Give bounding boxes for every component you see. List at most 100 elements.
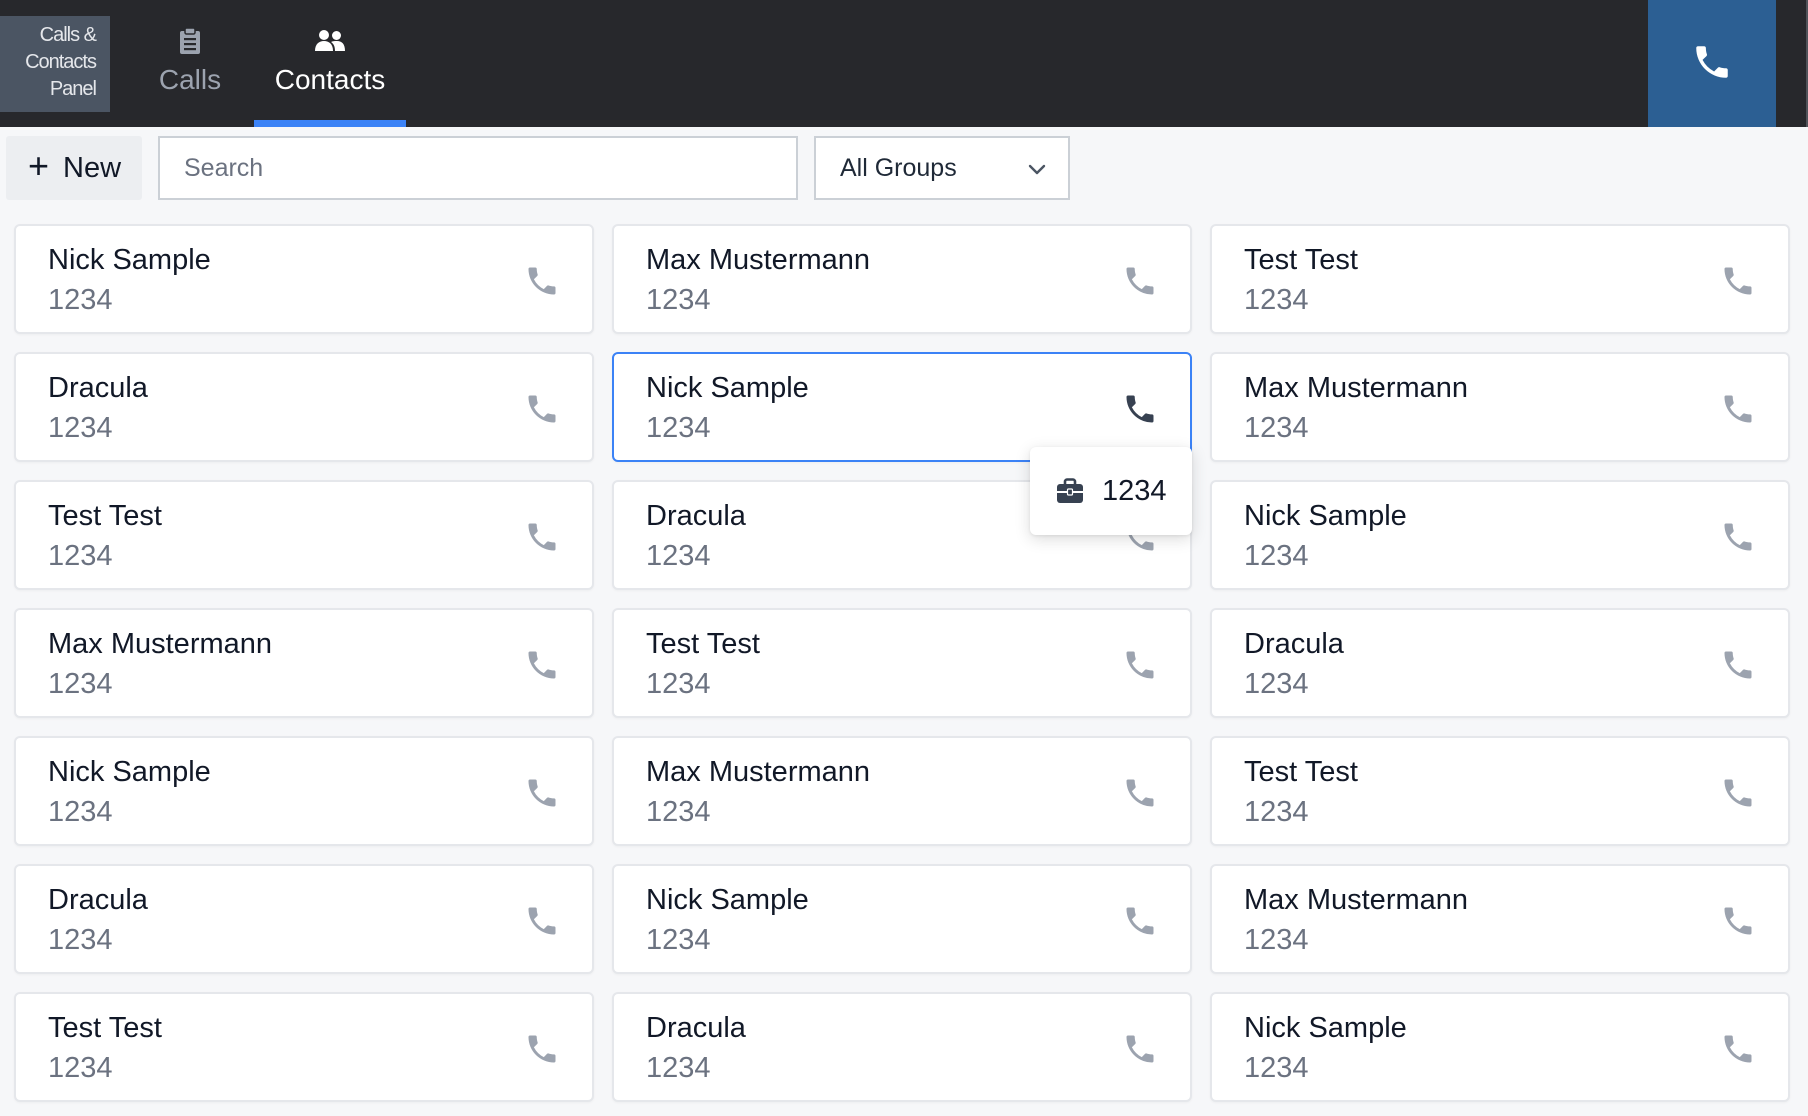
phone-icon[interactable] xyxy=(1120,645,1160,685)
phone-icon[interactable] xyxy=(1718,261,1758,301)
contact-name: Max Mustermann xyxy=(1244,884,1469,916)
chevron-down-icon xyxy=(1028,154,1046,183)
contact-number: 1234 xyxy=(48,668,113,700)
contact-card[interactable]: Dracula 1234 xyxy=(1210,608,1790,718)
contact-number: 1234 xyxy=(1244,412,1309,444)
new-contact-button[interactable]: + New xyxy=(6,136,142,200)
contact-name: Dracula xyxy=(646,1012,746,1044)
group-select-value: All Groups xyxy=(840,153,957,182)
tab-contacts-label: Contacts xyxy=(274,64,386,95)
contact-name: Max Mustermann xyxy=(646,244,871,276)
contact-name: Test Test xyxy=(48,1012,162,1044)
app-title: Calls & Contacts Panel xyxy=(0,16,110,112)
contact-number: 1234 xyxy=(1244,924,1309,956)
contact-number: 1234 xyxy=(646,924,711,956)
contact-name: Dracula xyxy=(646,500,746,532)
contact-card[interactable]: Dracula 1234 xyxy=(14,352,594,462)
phone-icon[interactable] xyxy=(522,773,562,813)
contact-card[interactable]: Nick Sample 1234 xyxy=(612,864,1192,974)
dialer-button[interactable] xyxy=(1648,0,1776,127)
contact-card[interactable]: Nick Sample 1234 xyxy=(1210,992,1790,1102)
contact-card[interactable]: Nick Sample 1234 xyxy=(612,352,1192,462)
phone-icon xyxy=(1691,41,1733,87)
contact-number: 1234 xyxy=(48,540,113,572)
contact-card[interactable]: Test Test 1234 xyxy=(612,608,1192,718)
contact-number: 1234 xyxy=(646,1052,711,1084)
contact-name: Nick Sample xyxy=(1244,500,1407,532)
contact-name: Test Test xyxy=(1244,756,1358,788)
phone-icon[interactable] xyxy=(1718,773,1758,813)
clipboard-icon xyxy=(179,26,201,56)
contact-number: 1234 xyxy=(48,412,113,444)
contact-name: Test Test xyxy=(646,628,760,660)
phone-icon[interactable] xyxy=(1718,1029,1758,1069)
contact-card[interactable]: Max Mustermann 1234 xyxy=(612,736,1192,846)
contact-card[interactable]: Dracula 1234 xyxy=(14,864,594,974)
contact-number: 1234 xyxy=(48,924,113,956)
contact-card[interactable]: Max Mustermann 1234 xyxy=(1210,352,1790,462)
contact-name: Dracula xyxy=(48,884,148,916)
contact-name: Max Mustermann xyxy=(646,756,871,788)
phone-icon[interactable] xyxy=(522,517,562,557)
search-input[interactable] xyxy=(158,136,798,200)
tab-calls-label: Calls xyxy=(158,64,222,95)
phone-icon[interactable] xyxy=(1718,389,1758,429)
contact-card[interactable]: Test Test 1234 xyxy=(1210,736,1790,846)
top-bar: Calls & Contacts Panel Calls Contacts xyxy=(0,0,1808,127)
contact-card[interactable]: Test Test 1234 xyxy=(14,480,594,590)
contact-name: Max Mustermann xyxy=(48,628,273,660)
contact-card[interactable]: Nick Sample 1234 xyxy=(14,736,594,846)
contact-name: Test Test xyxy=(48,500,162,532)
contact-name: Test Test xyxy=(1244,244,1358,276)
phone-icon[interactable] xyxy=(522,901,562,941)
tab-contacts[interactable]: Contacts xyxy=(254,0,406,127)
phone-icon[interactable] xyxy=(522,645,562,685)
contact-number: 1234 xyxy=(646,540,711,572)
group-select[interactable]: All Groups xyxy=(814,136,1070,200)
briefcase-icon xyxy=(1056,478,1084,504)
phone-icon[interactable] xyxy=(522,389,562,429)
phone-icon[interactable] xyxy=(1120,389,1160,429)
phone-icon[interactable] xyxy=(1718,517,1758,557)
contact-card[interactable]: Nick Sample 1234 xyxy=(14,224,594,334)
contact-name: Dracula xyxy=(1244,628,1344,660)
contact-card[interactable]: Test Test 1234 xyxy=(14,992,594,1102)
contact-number: 1234 xyxy=(48,796,113,828)
number-popover[interactable]: 1234 xyxy=(1030,447,1192,535)
contact-card[interactable]: Max Mustermann 1234 xyxy=(612,224,1192,334)
phone-icon[interactable] xyxy=(1718,901,1758,941)
contact-card[interactable]: Nick Sample 1234 xyxy=(1210,480,1790,590)
contact-name: Nick Sample xyxy=(1244,1012,1407,1044)
phone-icon[interactable] xyxy=(1120,1029,1160,1069)
contact-card[interactable]: Max Mustermann 1234 xyxy=(14,608,594,718)
phone-icon[interactable] xyxy=(1120,901,1160,941)
contact-name: Dracula xyxy=(48,372,148,404)
contact-name: Nick Sample xyxy=(48,244,211,276)
phone-icon[interactable] xyxy=(1718,645,1758,685)
contact-number: 1234 xyxy=(1244,668,1309,700)
contact-number: 1234 xyxy=(48,284,113,316)
contact-grid: Nick Sample 1234 Max Mustermann 1234 Test Te… xyxy=(14,224,1790,1102)
contact-number: 1234 xyxy=(646,412,711,444)
contact-number: 1234 xyxy=(1244,540,1309,572)
contact-card[interactable]: Test Test 1234 xyxy=(1210,224,1790,334)
contact-name: Max Mustermann xyxy=(1244,372,1469,404)
phone-icon[interactable] xyxy=(1120,261,1160,301)
contact-number: 1234 xyxy=(1244,284,1309,316)
contact-number: 1234 xyxy=(48,1052,113,1084)
contact-number: 1234 xyxy=(646,796,711,828)
contact-card[interactable]: Dracula 1234 xyxy=(612,992,1192,1102)
contact-number: 1234 xyxy=(1244,796,1309,828)
contact-name: Nick Sample xyxy=(646,884,809,916)
tab-calls[interactable]: Calls xyxy=(140,0,240,127)
plus-icon: + xyxy=(28,145,50,186)
contact-number: 1234 xyxy=(646,668,711,700)
users-icon xyxy=(314,26,346,56)
phone-icon[interactable] xyxy=(522,1029,562,1069)
phone-icon[interactable] xyxy=(522,261,562,301)
new-contact-label: New xyxy=(63,151,122,184)
contact-card[interactable]: Max Mustermann 1234 xyxy=(1210,864,1790,974)
phone-icon[interactable] xyxy=(1120,773,1160,813)
contact-name: Nick Sample xyxy=(48,756,211,788)
popover-number: 1234 xyxy=(1102,474,1167,507)
